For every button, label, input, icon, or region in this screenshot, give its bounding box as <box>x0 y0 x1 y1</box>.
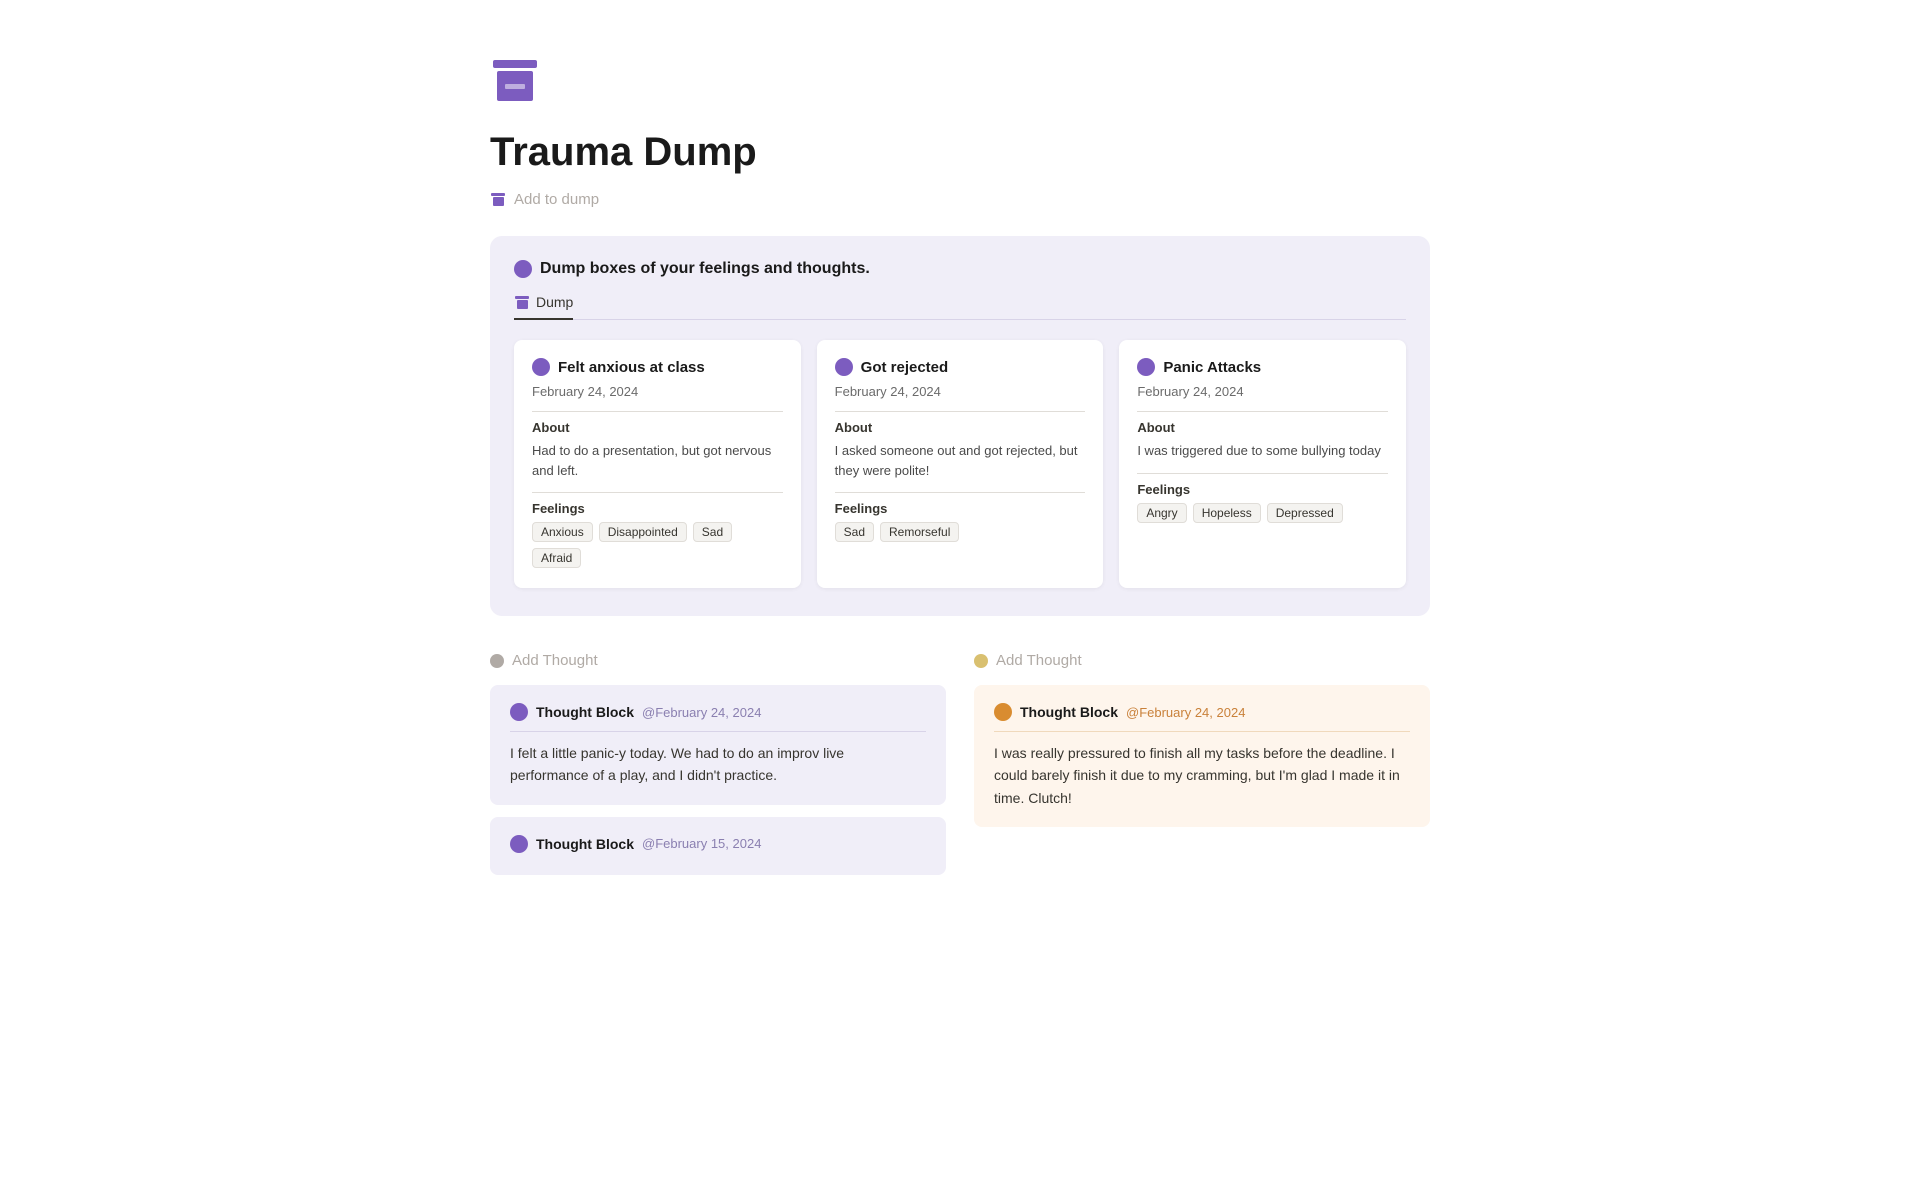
thought-block-header-0-1: Thought Block @February 15, 2024 <box>510 835 926 853</box>
dump-section: Dump boxes of your feelings and thoughts… <box>490 236 1430 616</box>
tag-remorseful: Remorseful <box>880 522 959 542</box>
dump-tabs: Dump <box>514 294 1406 320</box>
card-about-label-1: About <box>835 420 1086 435</box>
card-date-2: February 24, 2024 <box>1137 384 1388 399</box>
dump-header: Dump boxes of your feelings and thoughts… <box>514 260 1406 278</box>
tag-hopeless: Hopeless <box>1193 503 1261 523</box>
thought-block-title-0-0: Thought Block <box>536 704 634 720</box>
page-icon <box>490 60 540 110</box>
dump-header-icon <box>514 260 532 278</box>
add-thought-row-1[interactable]: Add Thought <box>974 652 1430 669</box>
thought-block-title-1-0: Thought Block <box>1020 704 1118 720</box>
card-icon-1 <box>835 358 853 376</box>
card-title-row-2: Panic Attacks <box>1137 358 1388 376</box>
thought-block-header-0-0: Thought Block @February 24, 2024 <box>510 703 926 721</box>
add-thought-icon-0 <box>490 654 504 668</box>
thought-block-title-0-1: Thought Block <box>536 836 634 852</box>
thought-block-0-1[interactable]: Thought Block @February 15, 2024 <box>490 817 946 875</box>
dump-header-text: Dump boxes of your feelings and thoughts… <box>540 260 870 278</box>
dump-tab-icon <box>514 296 530 309</box>
dump-card-1[interactable]: Got rejected February 24, 2024 About I a… <box>817 340 1104 588</box>
add-dump-icon <box>490 193 506 206</box>
card-about-text-0: Had to do a presentation, but got nervou… <box>532 441 783 480</box>
tag-depressed: Depressed <box>1267 503 1343 523</box>
card-feelings-label-1: Feelings <box>835 501 1086 516</box>
thought-column-1: Add Thought Thought Block @February 24, … <box>974 652 1430 887</box>
tag-anxious: Anxious <box>532 522 593 542</box>
add-thought-icon-1 <box>974 654 988 668</box>
tag-angry: Angry <box>1137 503 1186 523</box>
thought-block-icon-0-0 <box>510 703 528 721</box>
cards-grid: Felt anxious at class February 24, 2024 … <box>514 340 1406 588</box>
add-thought-label-1: Add Thought <box>996 652 1082 669</box>
card-about-label-2: About <box>1137 420 1388 435</box>
add-thought-label-0: Add Thought <box>512 652 598 669</box>
tag-sad: Sad <box>693 522 732 542</box>
card-about-text-1: I asked someone out and got rejected, bu… <box>835 441 1086 480</box>
add-thought-row-0[interactable]: Add Thought <box>490 652 946 669</box>
thought-block-text-0-0: I felt a little panic-y today. We had to… <box>510 742 926 787</box>
thought-block-1-0[interactable]: Thought Block @February 24, 2024 I was r… <box>974 685 1430 827</box>
feelings-tags-0: Anxious Disappointed Sad Afraid <box>532 522 783 568</box>
card-title-0: Felt anxious at class <box>558 359 705 376</box>
tag-afraid: Afraid <box>532 548 581 568</box>
add-to-dump-row[interactable]: Add to dump <box>490 191 1430 208</box>
thought-block-icon-1-0 <box>994 703 1012 721</box>
add-to-dump-label: Add to dump <box>514 191 599 208</box>
thought-block-date-1-0: @February 24, 2024 <box>1126 705 1245 720</box>
card-icon-0 <box>532 358 550 376</box>
tag-disappointed: Disappointed <box>599 522 687 542</box>
thought-block-0-0[interactable]: Thought Block @February 24, 2024 I felt … <box>490 685 946 805</box>
card-title-row-1: Got rejected <box>835 358 1086 376</box>
tag-sad-1: Sad <box>835 522 874 542</box>
page-title: Trauma Dump <box>490 130 1430 175</box>
dump-tab[interactable]: Dump <box>514 294 573 320</box>
archive-icon <box>490 60 540 101</box>
feelings-tags-2: Angry Hopeless Depressed <box>1137 503 1388 523</box>
thought-block-date-0-0: @February 24, 2024 <box>642 705 761 720</box>
dump-card-0[interactable]: Felt anxious at class February 24, 2024 … <box>514 340 801 588</box>
card-icon-2 <box>1137 358 1155 376</box>
dump-card-2[interactable]: Panic Attacks February 24, 2024 About I … <box>1119 340 1406 588</box>
card-date-1: February 24, 2024 <box>835 384 1086 399</box>
thought-block-text-1-0: I was really pressured to finish all my … <box>994 742 1410 809</box>
feelings-tags-1: Sad Remorseful <box>835 522 1086 542</box>
card-title-row-0: Felt anxious at class <box>532 358 783 376</box>
card-title-2: Panic Attacks <box>1163 359 1261 376</box>
thought-block-icon-0-1 <box>510 835 528 853</box>
card-feelings-label-2: Feelings <box>1137 482 1388 497</box>
card-date-0: February 24, 2024 <box>532 384 783 399</box>
thought-column-0: Add Thought Thought Block @February 24, … <box>490 652 946 887</box>
card-about-label-0: About <box>532 420 783 435</box>
dump-tab-label: Dump <box>536 294 573 310</box>
page-container: Trauma Dump Add to dump Dump boxes of yo… <box>410 0 1510 947</box>
bottom-section: Add Thought Thought Block @February 24, … <box>490 652 1430 887</box>
thought-block-header-1-0: Thought Block @February 24, 2024 <box>994 703 1410 721</box>
thought-block-date-0-1: @February 15, 2024 <box>642 836 761 851</box>
card-about-text-2: I was triggered due to some bullying tod… <box>1137 441 1388 461</box>
card-feelings-label-0: Feelings <box>532 501 783 516</box>
card-title-1: Got rejected <box>861 359 949 376</box>
